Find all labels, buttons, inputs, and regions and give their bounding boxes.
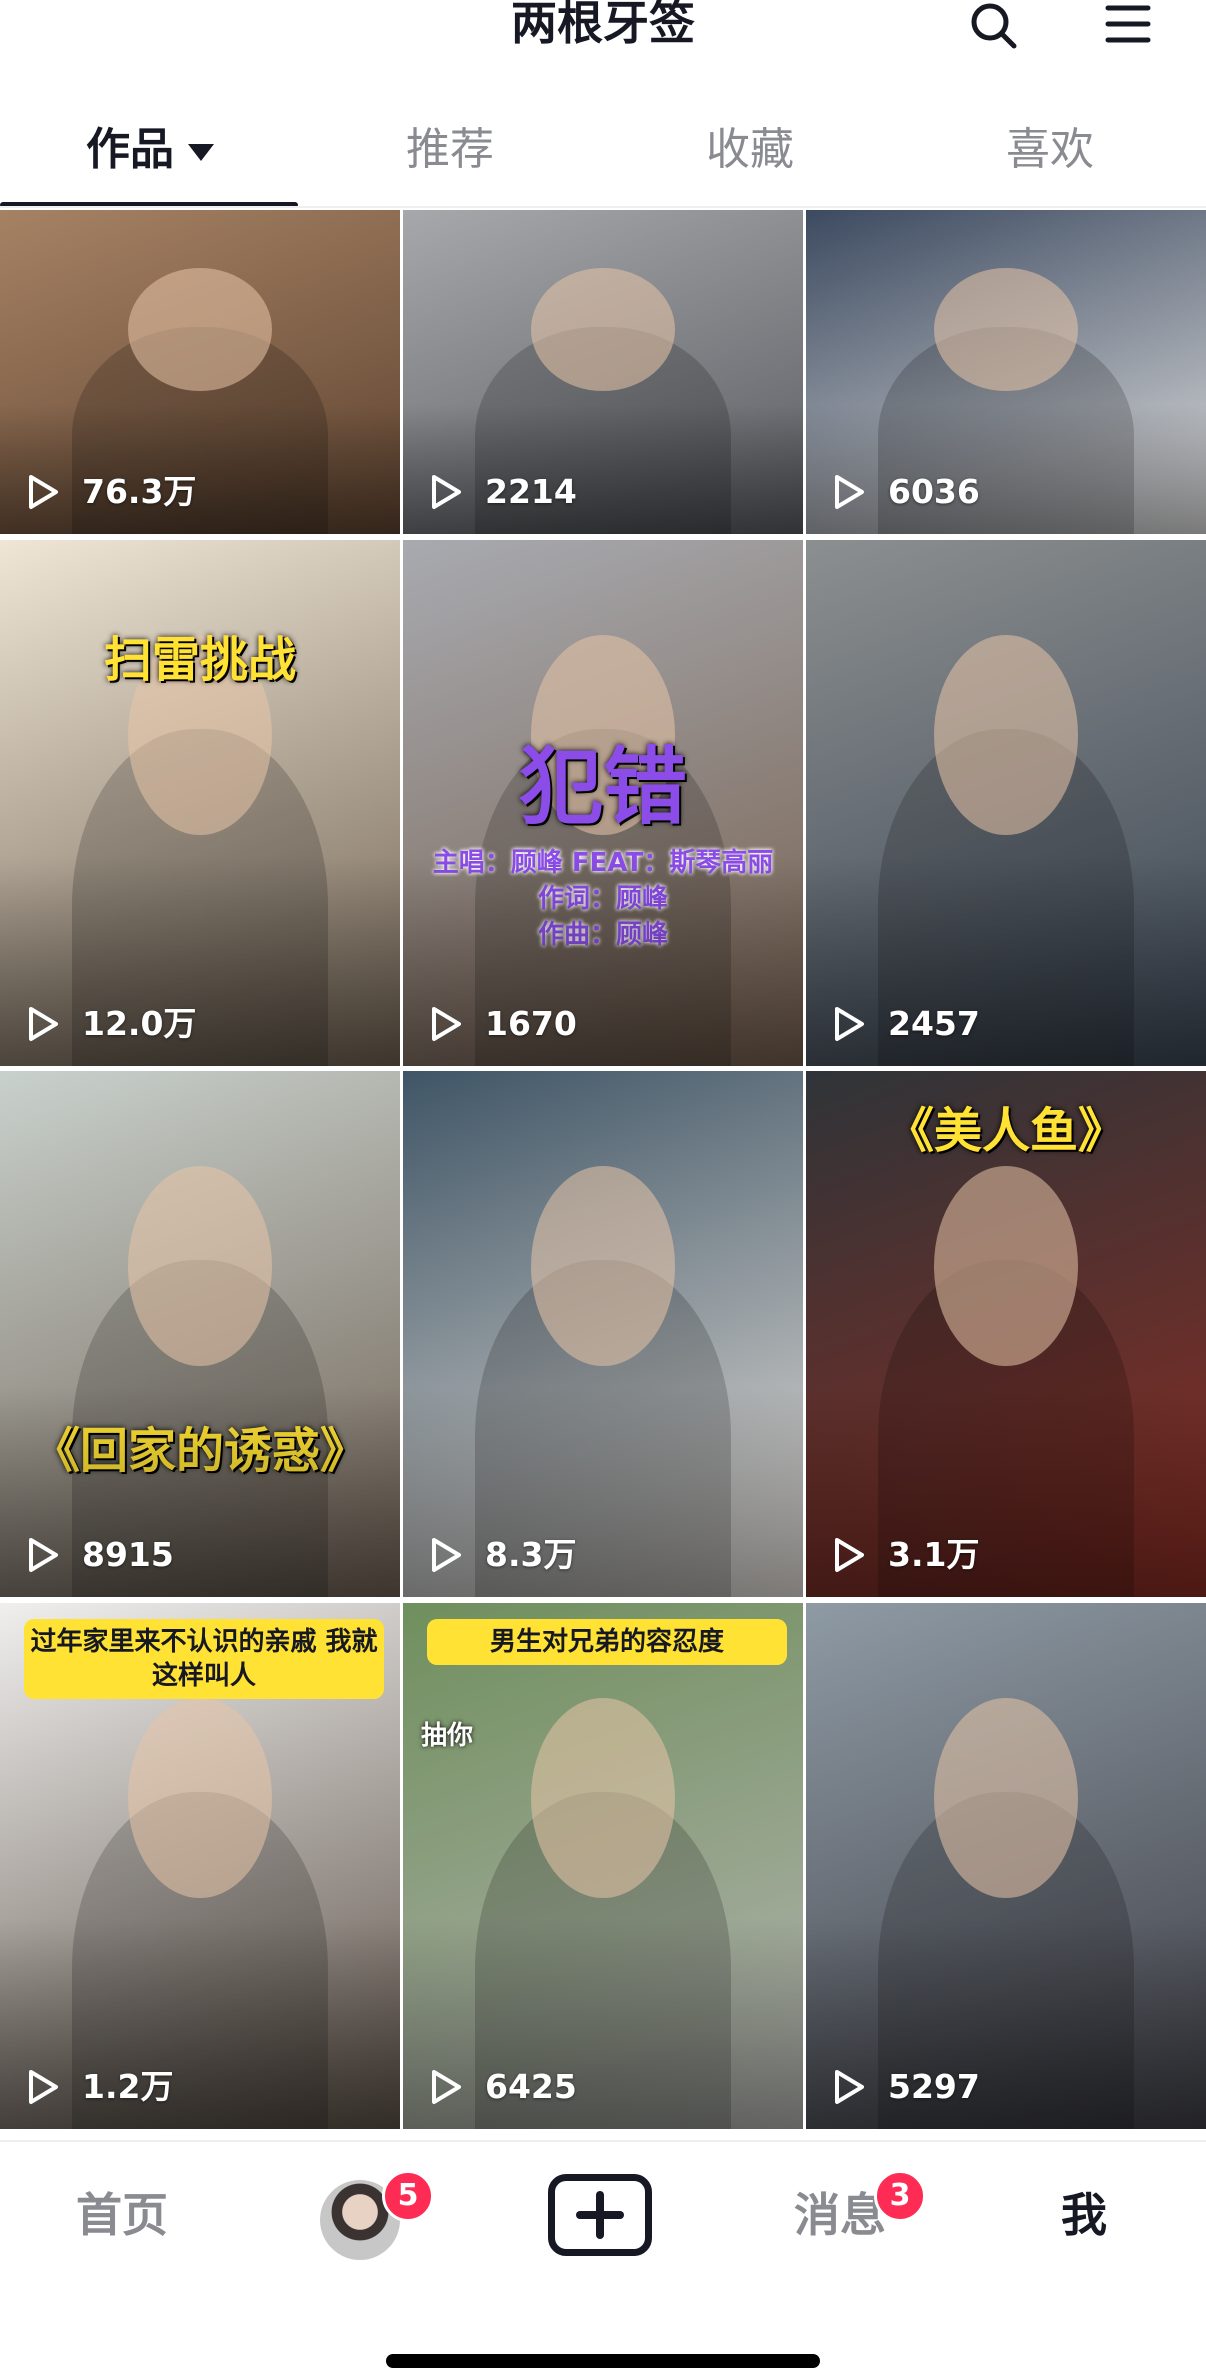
video-thumbnail[interactable]: 男生对兄弟的容忍度抽你6425 — [403, 1603, 803, 2129]
tab-recommended[interactable]: 推荐 — [300, 105, 600, 195]
play-count: 5297 — [888, 2067, 980, 2106]
play-icon — [432, 2070, 461, 2104]
video-thumbnail[interactable]: 犯错主唱：顾峰 FEAT：斯琴高丽作词：顾峰作曲：顾峰1670 — [403, 540, 803, 1066]
profile-tabs: 作品 推荐 收藏 喜欢 — [0, 105, 1206, 208]
thumbnail-shade — [403, 1071, 803, 1597]
tab-liked-label: 喜欢 — [1006, 124, 1094, 175]
play-count: 1.2万 — [82, 2067, 174, 2106]
bottom-nav: 首页 5 消息 3 我 — [0, 2140, 1206, 2371]
home-indicator — [386, 2354, 820, 2368]
menu-icon[interactable] — [1100, 0, 1156, 52]
play-icon — [835, 2070, 864, 2104]
thumbnail-shade — [806, 1603, 1206, 2129]
tab-works-label: 作品 — [86, 124, 174, 175]
play-count: 6425 — [485, 2067, 577, 2106]
thumbnail-shade — [0, 1071, 400, 1597]
play-icon — [29, 1007, 58, 1041]
friends-badge: 5 — [382, 2170, 434, 2222]
video-thumbnail[interactable]: 76.3万 — [0, 210, 400, 534]
video-thumbnail[interactable]: 6036 — [806, 210, 1206, 534]
tab-favorites[interactable]: 收藏 — [600, 105, 900, 195]
thumbnail-shade — [0, 540, 400, 1066]
nav-me[interactable]: 我 — [1034, 2180, 1134, 2250]
video-thumbnail[interactable]: 5297 — [806, 1603, 1206, 2129]
video-thumbnail[interactable]: 《回家的诱惑》8915 — [0, 1071, 400, 1597]
video-thumbnail[interactable]: 2457 — [806, 540, 1206, 1066]
video-thumbnail[interactable]: 过年家里来不认识的亲戚 我就这样叫人1.2万 — [0, 1603, 400, 2129]
video-thumbnail[interactable]: 2214 — [403, 210, 803, 534]
play-icon — [432, 1538, 461, 1572]
nav-home[interactable]: 首页 — [62, 2180, 182, 2250]
play-icon — [835, 475, 864, 509]
play-count: 12.0万 — [82, 1004, 197, 1043]
play-count: 1670 — [485, 1004, 577, 1043]
play-count: 8915 — [82, 1535, 174, 1574]
play-icon — [432, 475, 461, 509]
play-icon — [835, 1538, 864, 1572]
play-count: 3.1万 — [888, 1535, 980, 1574]
page-title: 两根牙签 — [511, 0, 695, 50]
play-icon — [835, 1007, 864, 1041]
video-thumbnail[interactable]: 扫雷挑战12.0万 — [0, 540, 400, 1066]
search-icon[interactable] — [966, 0, 1022, 52]
thumbnail-shade — [806, 540, 1206, 1066]
create-button[interactable] — [548, 2174, 652, 2256]
play-icon — [29, 1538, 58, 1572]
play-count: 2457 — [888, 1004, 980, 1043]
messages-badge: 3 — [874, 2170, 926, 2222]
tab-favorites-label: 收藏 — [706, 124, 794, 175]
thumbnail-shade — [403, 540, 803, 1066]
play-count: 76.3万 — [82, 472, 197, 511]
tabs-divider — [0, 206, 1206, 208]
header: 两根牙签 — [0, 0, 1206, 60]
thumbnail-shade — [806, 1071, 1206, 1597]
tab-works[interactable]: 作品 — [0, 105, 300, 195]
play-icon — [29, 475, 58, 509]
play-icon — [432, 1007, 461, 1041]
play-count: 8.3万 — [485, 1535, 577, 1574]
video-thumbnail[interactable]: 《美人鱼》3.1万 — [806, 1071, 1206, 1597]
play-count: 2214 — [485, 472, 577, 511]
play-icon — [29, 2070, 58, 2104]
play-count: 6036 — [888, 472, 980, 511]
thumbnail-shade — [0, 1603, 400, 2129]
video-thumbnail[interactable]: 8.3万 — [403, 1071, 803, 1597]
tab-recommended-label: 推荐 — [406, 124, 494, 175]
plus-icon — [576, 2191, 624, 2239]
thumbnail-shade — [403, 1603, 803, 2129]
tab-liked[interactable]: 喜欢 — [900, 105, 1200, 195]
caret-down-icon — [188, 143, 214, 161]
